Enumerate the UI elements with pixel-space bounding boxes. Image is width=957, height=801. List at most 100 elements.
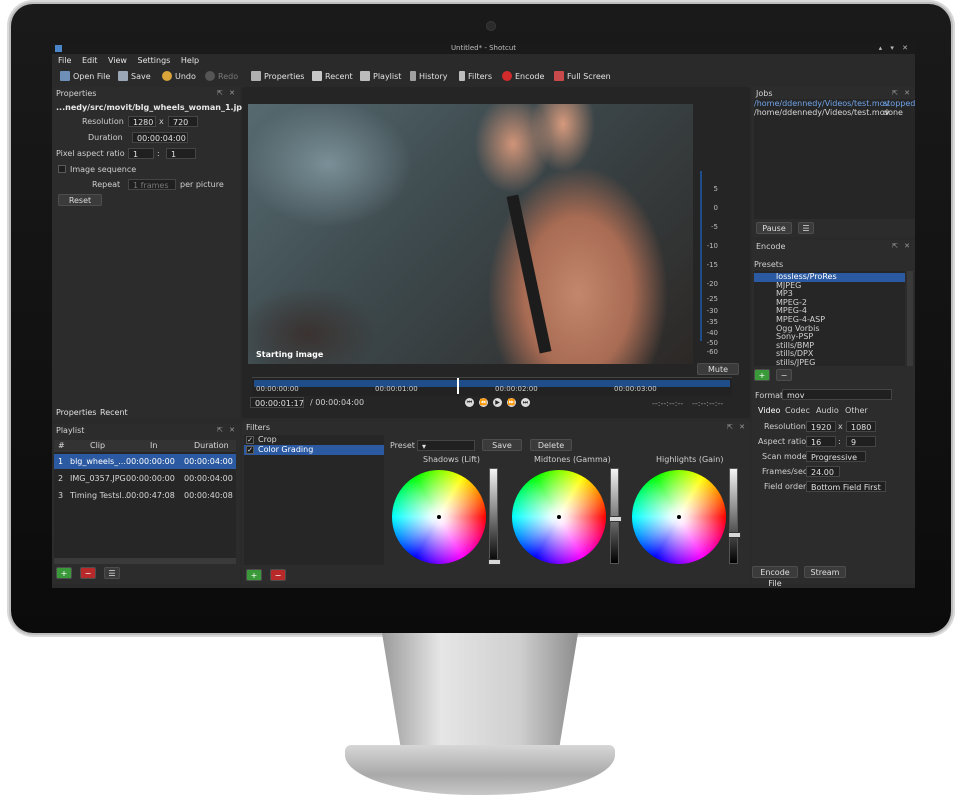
filters-button[interactable]: Filters (459, 71, 492, 83)
panel-controls[interactable]: ⇱ ✕ (217, 89, 237, 97)
remove-clip-button[interactable]: − (80, 567, 96, 579)
tab-video[interactable]: Video (758, 406, 780, 415)
table-row[interactable]: 2 IMG_0357.JPG 00:00:00:00 00:00:04:00 (54, 471, 236, 486)
playlist-menu-button[interactable]: ☰ (104, 567, 120, 579)
fps-field[interactable]: 24.00 (806, 466, 840, 477)
scan-label: Scan mode (762, 452, 807, 461)
enc-width-field[interactable]: 1920 (806, 421, 836, 432)
par-num-field[interactable]: 1 (128, 148, 154, 159)
add-filter-button[interactable]: + (246, 569, 262, 581)
panel-controls[interactable]: ⇱ ✕ (892, 89, 912, 97)
list-item[interactable]: ✓ Color Grading (244, 445, 384, 455)
format-select[interactable]: mov (782, 389, 892, 400)
field-order-select[interactable]: Bottom Field First (806, 481, 886, 492)
crop-checkbox[interactable]: ✓ (246, 436, 254, 444)
full-screen-button[interactable]: Full Screen (554, 71, 611, 83)
col-in[interactable]: In (150, 440, 157, 452)
row-clip: blg_wheels_... (70, 457, 126, 466)
col-clip[interactable]: Clip (90, 440, 105, 452)
menu-settings[interactable]: Settings (138, 56, 171, 65)
tab-other[interactable]: Other (845, 406, 868, 415)
highlights-wheel[interactable] (632, 470, 726, 564)
shadows-slider[interactable] (488, 468, 501, 565)
col-num[interactable]: # (58, 440, 65, 452)
jobs-menu-button[interactable]: ☰ (798, 222, 814, 234)
pause-button[interactable]: Pause (756, 222, 792, 234)
list-item[interactable]: stills/JPEG (754, 358, 905, 368)
menu-file[interactable]: File (58, 56, 71, 65)
skip-back-icon[interactable]: ⏮ (465, 398, 474, 407)
menu-help[interactable]: Help (181, 56, 199, 65)
presets-scrollbar[interactable] (907, 271, 913, 366)
position-field[interactable]: 00:00:01:17 (250, 397, 304, 408)
skip-forward-icon[interactable]: ⏭ (521, 398, 530, 407)
recent-button[interactable]: Recent (312, 71, 353, 83)
aspect-w-field[interactable]: 16 (806, 436, 836, 447)
remove-preset-button[interactable]: − (776, 369, 792, 381)
add-clip-button[interactable]: + (56, 567, 72, 579)
wheel-marker[interactable] (677, 515, 681, 519)
rewind-icon[interactable]: ⏪ (479, 398, 488, 407)
shadows-wheel[interactable] (392, 470, 486, 564)
aspect-h-field[interactable]: 9 (846, 436, 876, 447)
reset-button[interactable]: Reset (58, 194, 102, 206)
duration-field[interactable]: 00:00:04:00 (132, 132, 188, 143)
fast-forward-icon[interactable]: ⏩ (507, 398, 516, 407)
enc-height-field[interactable]: 1080 (846, 421, 876, 432)
col-duration[interactable]: Duration (194, 440, 229, 452)
add-preset-button[interactable]: + (754, 369, 770, 381)
tab-audio[interactable]: Audio (816, 406, 839, 415)
stream-button[interactable]: Stream (804, 566, 846, 578)
horizontal-scrollbar[interactable] (54, 558, 236, 564)
open-file-button[interactable]: Open File (60, 71, 110, 83)
panel-controls[interactable]: ⇱ ✕ (892, 242, 912, 250)
properties-button[interactable]: Properties (251, 71, 304, 83)
redo-button[interactable]: Redo (205, 71, 238, 83)
playlist-button[interactable]: Playlist (360, 71, 401, 83)
remove-filter-button[interactable]: − (270, 569, 286, 581)
table-row[interactable]: 1 blg_wheels_... 00:00:00:00 00:00:04:00 (54, 454, 236, 469)
par-den-field[interactable]: 1 (166, 148, 196, 159)
image-sequence-checkbox[interactable] (58, 165, 66, 173)
list-item[interactable]: /home/ddennedy/Videos/test.mov stopped (754, 99, 915, 108)
window-controls[interactable]: ▴ ▾ ✕ (879, 43, 911, 54)
panel-controls[interactable]: ⇱ ✕ (727, 423, 747, 431)
slider-knob[interactable] (609, 516, 622, 522)
wheel-marker[interactable] (557, 515, 561, 519)
midtones-wheel[interactable] (512, 470, 606, 564)
undo-button[interactable]: Undo (162, 71, 196, 83)
delete-preset-button[interactable]: Delete (530, 439, 572, 451)
save-button[interactable]: Save (118, 71, 151, 83)
slider-knob[interactable] (728, 532, 741, 538)
play-icon[interactable]: ▶ (493, 398, 502, 407)
preset-select[interactable]: ▾ (417, 440, 475, 451)
slider-knob[interactable] (488, 559, 501, 565)
list-item[interactable]: /home/ddennedy/Videos/test.mov done (754, 108, 915, 117)
history-button[interactable]: History (410, 71, 447, 83)
wheel-marker[interactable] (437, 515, 441, 519)
width-field[interactable]: 1280 (128, 116, 156, 127)
repeat-field[interactable]: 1 frames (128, 179, 176, 190)
highlights-slider[interactable] (728, 468, 741, 564)
encode-button[interactable]: Encode (502, 71, 544, 83)
properties-icon (251, 71, 261, 81)
tab-codec[interactable]: Codec (785, 406, 810, 415)
color-grading-checkbox[interactable]: ✓ (246, 446, 254, 454)
height-field[interactable]: 720 (168, 116, 198, 127)
tab-recent[interactable]: Recent (100, 408, 128, 417)
scan-select[interactable]: Progressive (806, 451, 866, 462)
panel-controls[interactable]: ⇱ ✕ (217, 426, 237, 434)
mute-button[interactable]: Mute (697, 363, 739, 375)
encode-file-button[interactable]: Encode File (752, 566, 798, 588)
timeline[interactable]: 00:00:00:00 00:00:01:00 00:00:02:00 00:0… (252, 377, 732, 396)
save-preset-button[interactable]: Save (482, 439, 522, 451)
midtones-slider[interactable] (609, 468, 622, 564)
video-preview[interactable]: Starting image (248, 104, 693, 364)
table-row[interactable]: 3 Timing Testsl... 00:00:47:08 00:00:40:… (54, 488, 236, 503)
shadows-label: Shadows (Lift) (423, 455, 481, 464)
list-item[interactable]: ✓ Crop (244, 435, 384, 445)
menu-edit[interactable]: Edit (82, 56, 98, 65)
menu-view[interactable]: View (108, 56, 127, 65)
tab-properties[interactable]: Properties (56, 408, 96, 417)
playhead[interactable] (457, 378, 459, 394)
